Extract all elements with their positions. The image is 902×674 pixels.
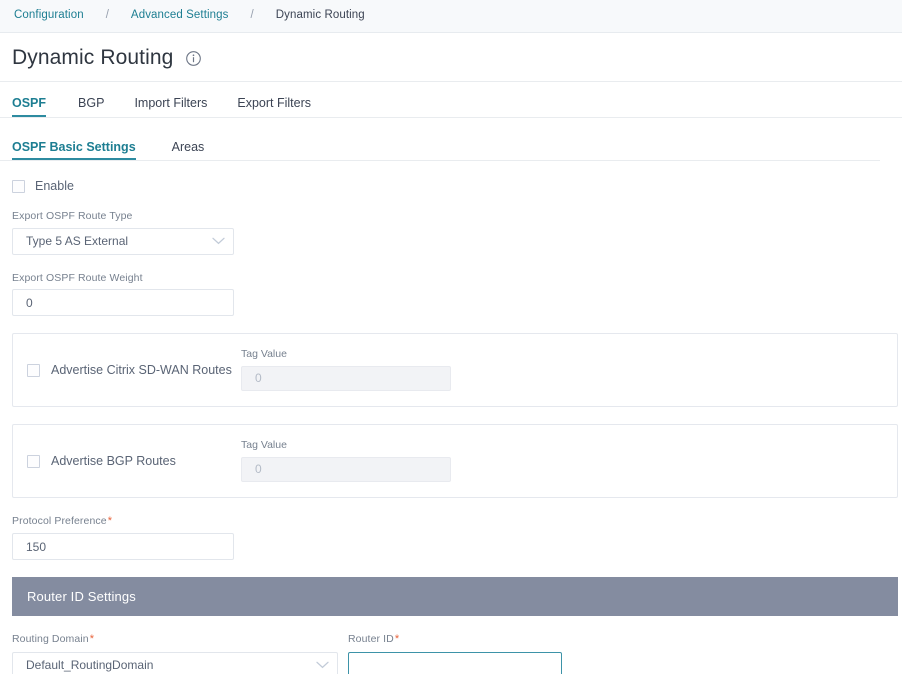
advertise-bgp-tag-value: 0 (255, 462, 262, 477)
info-circle-icon[interactable] (185, 48, 202, 67)
export-route-type-select[interactable]: Type 5 AS External (12, 227, 234, 255)
required-marker: * (89, 633, 95, 646)
protocol-preference-value: 150 (26, 539, 47, 554)
dynamic-routing-page: Configuration / Advanced Settings / Dyna… (0, 0, 902, 674)
advertise-sdwan-panel: Advertise Citrix SD-WAN Routes Tag Value… (12, 333, 898, 408)
advertise-bgp-tag-group: Tag Value 0 (241, 440, 451, 482)
sub-tabs: OSPF Basic Settings Areas (0, 127, 880, 161)
required-marker: * (107, 515, 113, 528)
breadcrumb-item-configuration[interactable]: Configuration (6, 10, 92, 22)
advertise-sdwan-tag-group: Tag Value 0 (241, 349, 451, 391)
routing-domain-select[interactable]: Default_RoutingDomain (12, 651, 338, 674)
advertise-bgp-tag-input[interactable]: 0 (241, 456, 451, 482)
enable-checkbox[interactable] (12, 180, 25, 193)
advertise-bgp-panel: Advertise BGP Routes Tag Value 0 (12, 424, 898, 499)
advertise-sdwan-tag-label: Tag Value (241, 348, 287, 361)
routing-domain-value: Default_RoutingDomain (26, 658, 154, 673)
tab-bgp[interactable]: BGP (78, 96, 118, 118)
form-body: Enable Export OSPF Route Type Type 5 AS … (0, 180, 902, 674)
advertise-sdwan-tag-input[interactable]: 0 (241, 365, 451, 391)
export-route-type-value: Type 5 AS External (26, 234, 129, 249)
tab-ospf[interactable]: OSPF (12, 96, 56, 118)
router-id-input[interactable] (348, 651, 562, 674)
advertise-bgp-checkbox-row[interactable]: Advertise BGP Routes (13, 453, 241, 468)
breadcrumb-item-dynamic-routing: Dynamic Routing (275, 9, 365, 22)
advertise-sdwan-tag-value: 0 (255, 371, 262, 386)
routing-domain-label: Routing Domain* (12, 633, 348, 646)
subtab-ospf-basic-settings[interactable]: OSPF Basic Settings (12, 140, 136, 161)
router-id-settings-title: Router ID Settings (27, 589, 136, 605)
required-marker: * (394, 633, 400, 646)
advertise-sdwan-checkbox-row[interactable]: Advertise Citrix SD-WAN Routes (13, 362, 241, 377)
tab-export-filters[interactable]: Export Filters (237, 96, 325, 118)
main-tabs: OSPF BGP Import Filters Export Filters (0, 82, 902, 118)
protocol-preference-label: Protocol Preference* (12, 515, 890, 528)
router-id-settings-header: Router ID Settings (12, 577, 898, 617)
protocol-preference-label-text: Protocol Preference (12, 515, 107, 528)
subtab-areas[interactable]: Areas (172, 140, 205, 161)
routing-domain-group: Routing Domain* Default_RoutingDomain (12, 616, 348, 674)
advertise-bgp-tag-label: Tag Value (241, 439, 287, 452)
router-id-label: Router ID* (348, 633, 572, 646)
enable-checkbox-row[interactable]: Enable (12, 180, 890, 193)
page-title-row: Dynamic Routing (0, 33, 902, 81)
advertise-bgp-label: Advertise BGP Routes (51, 453, 176, 468)
chevron-down-icon (316, 661, 329, 669)
breadcrumb-separator: / (250, 9, 254, 22)
advertise-sdwan-checkbox[interactable] (27, 363, 40, 377)
export-route-weight-input[interactable]: 0 (12, 289, 234, 317)
chevron-down-icon (212, 237, 225, 245)
protocol-preference-input[interactable]: 150 (12, 533, 234, 561)
export-route-weight-label: Export OSPF Route Weight (12, 271, 143, 284)
page-title: Dynamic Routing (12, 45, 174, 69)
router-id-label-text: Router ID (348, 633, 394, 646)
export-route-type-label: Export OSPF Route Type (12, 210, 133, 222)
export-route-weight-value: 0 (26, 295, 33, 310)
routing-domain-label-text: Routing Domain (12, 633, 89, 646)
router-id-settings-fields: Routing Domain* Default_RoutingDomain Ro… (12, 616, 890, 674)
tab-import-filters[interactable]: Import Filters (134, 96, 221, 118)
breadcrumb: Configuration / Advanced Settings / Dyna… (0, 0, 902, 33)
advertise-bgp-checkbox[interactable] (27, 454, 40, 468)
breadcrumb-item-advanced-settings[interactable]: Advanced Settings (123, 10, 237, 22)
advertise-sdwan-label: Advertise Citrix SD-WAN Routes (51, 362, 232, 377)
breadcrumb-separator: / (105, 9, 109, 22)
router-id-group: Router ID* (348, 616, 572, 674)
enable-label: Enable (35, 179, 74, 194)
